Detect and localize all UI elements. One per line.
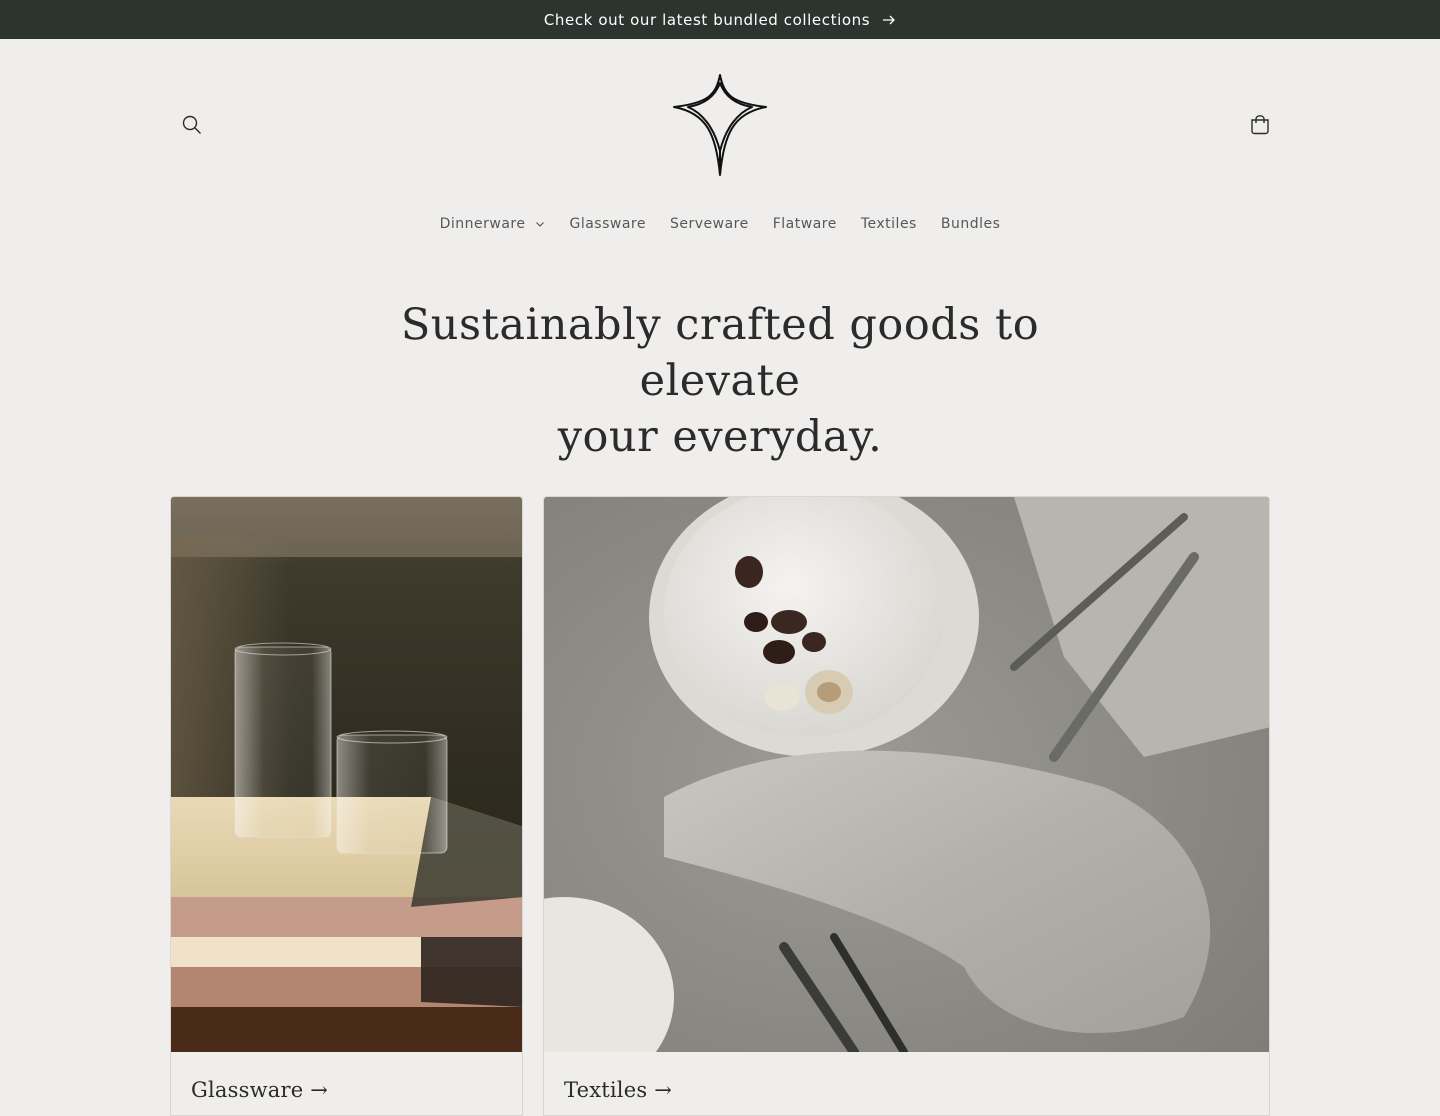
- nav-item-textiles[interactable]: Textiles: [849, 216, 929, 232]
- nav-item-label: Dinnerware: [439, 216, 526, 232]
- textiles-image: [544, 497, 1269, 1052]
- glassware-photo: [171, 497, 522, 1052]
- collection-card-textiles[interactable]: Textiles →: [543, 496, 1270, 1116]
- collection-list: Glassware → Textiles →: [170, 496, 1270, 1116]
- nav-item-label: Bundles: [940, 216, 1001, 232]
- cart-button[interactable]: [1244, 109, 1276, 141]
- main-navigation: Dinnerware Glassware Serveware Flatware …: [0, 209, 1440, 239]
- arrow-right-icon: [883, 15, 896, 24]
- announcement-text: Check out our latest bundled collections: [543, 10, 871, 29]
- nav-item-bundles[interactable]: Bundles: [929, 216, 1013, 232]
- collection-title: Textiles →: [564, 1078, 672, 1102]
- nav-item-label: Flatware: [772, 216, 837, 232]
- collection-title: Glassware →: [191, 1078, 328, 1102]
- announcement-bar[interactable]: Check out our latest bundled collections: [0, 0, 1440, 39]
- collection-card-glassware[interactable]: Glassware →: [170, 496, 523, 1116]
- hero-heading-line1: Sustainably crafted goods to elevate: [400, 300, 1040, 406]
- search-icon: [182, 115, 201, 134]
- nav-item-dinnerware[interactable]: Dinnerware: [428, 216, 558, 232]
- hero-section: Sustainably crafted goods to elevate you…: [0, 297, 1440, 487]
- search-button[interactable]: [176, 109, 208, 141]
- nav-item-label: Serveware: [669, 216, 749, 232]
- site-header: [0, 39, 1440, 209]
- cart-icon: [1251, 115, 1269, 135]
- hero-heading-line2: your everyday.: [557, 412, 883, 462]
- nav-item-label: Glassware: [569, 216, 646, 232]
- nav-item-serveware[interactable]: Serveware: [658, 216, 761, 232]
- star-diamond-logo[interactable]: [672, 73, 768, 177]
- hero-heading: Sustainably crafted goods to elevate you…: [320, 297, 1120, 465]
- nav-item-glassware[interactable]: Glassware: [557, 216, 658, 232]
- textiles-photo: [544, 497, 1269, 1052]
- glassware-image: [171, 497, 522, 1052]
- nav-item-label: Textiles: [860, 216, 917, 232]
- chevron-down-icon: [536, 222, 545, 227]
- nav-item-flatware[interactable]: Flatware: [761, 216, 849, 232]
